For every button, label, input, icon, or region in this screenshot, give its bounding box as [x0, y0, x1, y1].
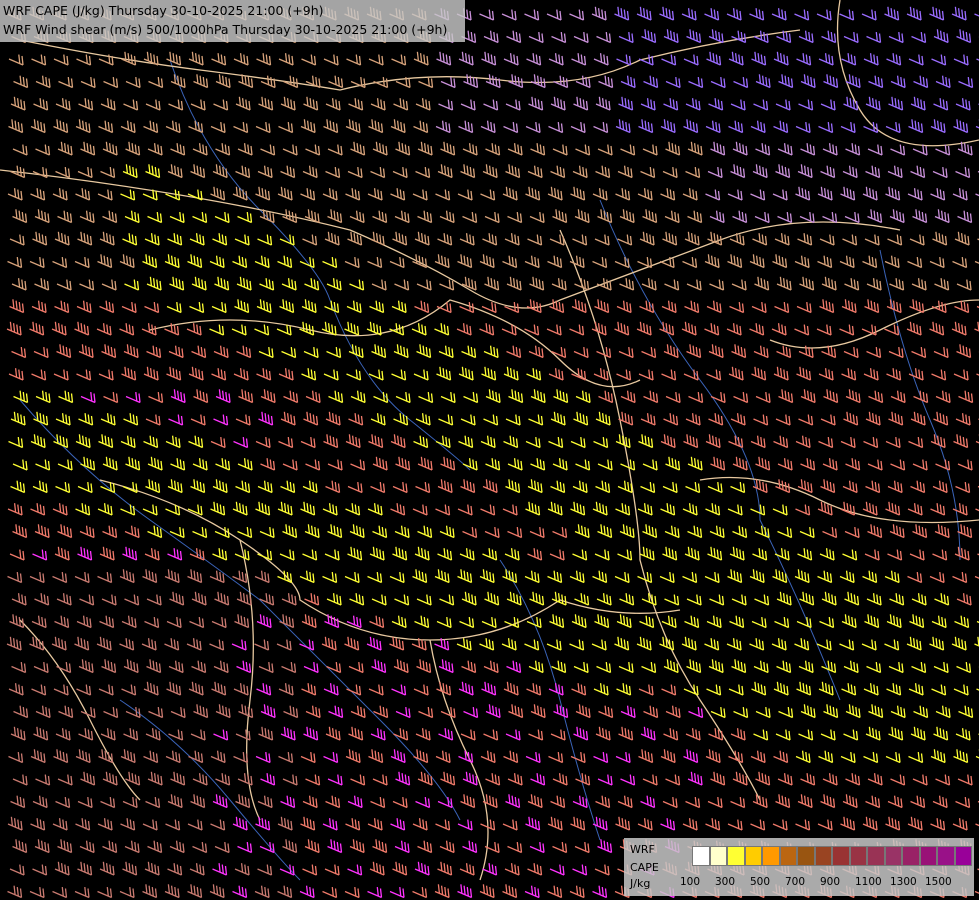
legend-tick: 700: [785, 876, 806, 888]
legend-model-label: WRF: [630, 843, 655, 856]
legend-swatch: [919, 846, 937, 866]
legend-tick: 500: [750, 876, 771, 888]
legend-swatch: [779, 846, 797, 866]
legend-swatch: [954, 846, 972, 866]
legend-tick-labels: 100 300 500 700 900 1100 1300 1500: [680, 876, 970, 890]
legend-swatch: [814, 846, 832, 866]
legend-swatch: [849, 846, 867, 866]
legend-swatch: [797, 846, 815, 866]
map-background: [0, 0, 979, 900]
legend-tick: 100: [680, 876, 701, 888]
legend-color-scale: [692, 846, 972, 866]
legend-variable-label: CAPE: [630, 861, 659, 874]
title-cape: WRF CAPE (J/kg) Thursday 30-10-2025 21:0…: [3, 3, 324, 18]
legend-swatch: [902, 846, 920, 866]
legend-tick: 1300: [890, 876, 917, 888]
legend-swatch: [727, 846, 745, 866]
legend-tick: 300: [715, 876, 736, 888]
legend-swatch: [867, 846, 885, 866]
title-box: WRF CAPE (J/kg) Thursday 30-10-2025 21:0…: [0, 0, 465, 42]
legend-swatch: [762, 846, 780, 866]
weather-map: [0, 0, 979, 900]
legend-swatch: [884, 846, 902, 866]
legend-swatch: [832, 846, 850, 866]
title-wind-shear: WRF Wind shear (m/s) 500/1000hPa Thursda…: [3, 22, 448, 37]
legend-swatch: [692, 846, 710, 866]
legend-tick: 900: [820, 876, 841, 888]
legend-unit-label: J/kg: [630, 877, 651, 890]
legend-swatch: [709, 846, 727, 866]
legend-tick: 1500: [925, 876, 952, 888]
legend-tick: 1100: [855, 876, 882, 888]
legend-swatch: [937, 846, 955, 866]
cape-legend: WRF CAPE J/kg 100 300 500 700 900 1100 1300 150…: [624, 838, 974, 896]
legend-swatch: [744, 846, 762, 866]
